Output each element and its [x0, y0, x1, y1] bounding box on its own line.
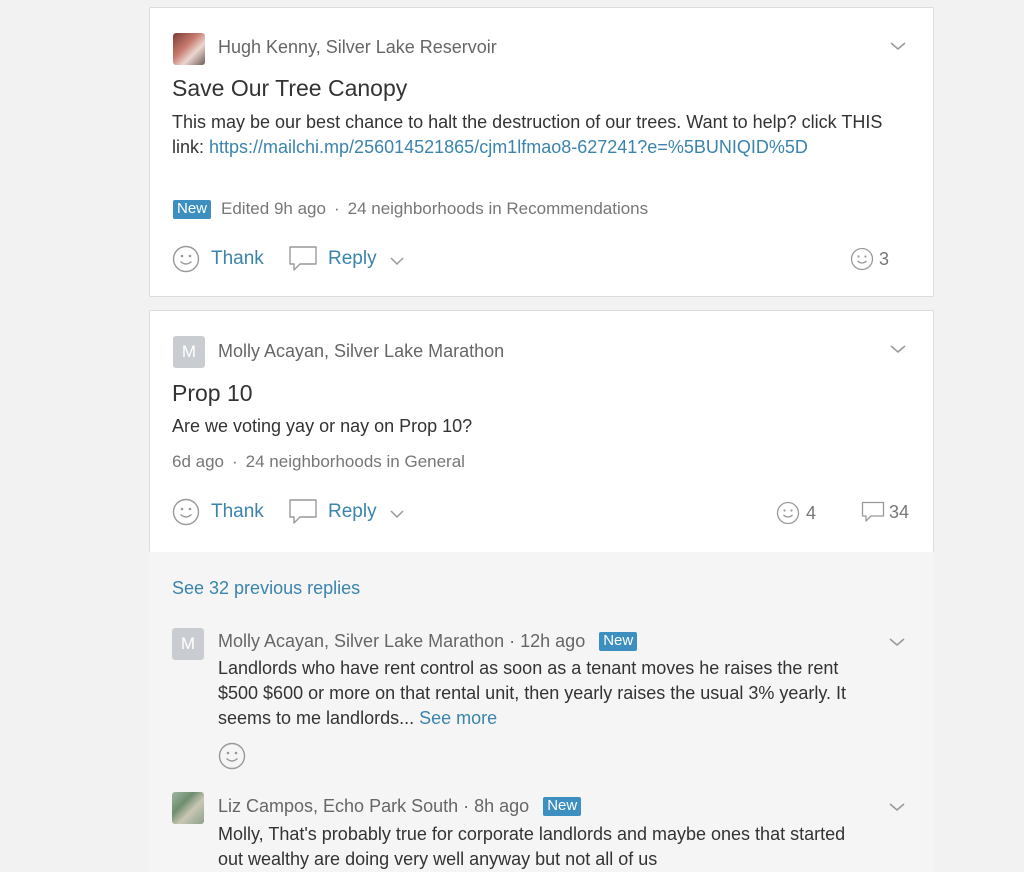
- post-meta: 6d ago · 24 neighborhoods in General: [172, 452, 465, 472]
- replies-panel: See 32 previous replies M Molly Acayan, …: [149, 552, 934, 872]
- meta-separator: ·: [463, 796, 470, 816]
- reply-body: Landlords who have rent control as soon …: [218, 656, 848, 731]
- reply-author[interactable]: Liz Campos, Echo Park South: [218, 796, 458, 817]
- see-previous-replies-link[interactable]: See 32 previous replies: [172, 578, 360, 599]
- chevron-down-icon[interactable]: [889, 40, 907, 52]
- post-time[interactable]: Edited 9h ago: [221, 199, 326, 219]
- speech-bubble-icon: [289, 246, 317, 271]
- author-avatar[interactable]: M: [173, 336, 205, 368]
- reply-time[interactable]: 8h ago: [474, 796, 529, 817]
- reply-body-text: Landlords who have rent control as soon …: [218, 658, 847, 728]
- post-title[interactable]: Save Our Tree Canopy: [172, 75, 407, 102]
- speech-bubble-icon: [861, 501, 885, 522]
- new-badge: New: [173, 199, 212, 219]
- thank-label: Thank: [211, 248, 264, 269]
- chevron-down-icon[interactable]: [389, 256, 405, 266]
- post-card: M Molly Acayan, Silver Lake Marathon Pro…: [149, 310, 934, 552]
- replies-count[interactable]: 34: [861, 501, 909, 523]
- thanks-count-value: 4: [806, 502, 817, 523]
- meta-separator: ·: [509, 631, 516, 651]
- thanks-count[interactable]: 4: [776, 501, 816, 525]
- meta-separator: ·: [232, 452, 238, 471]
- thank-label: Thank: [211, 501, 264, 522]
- chevron-down-icon[interactable]: [888, 636, 906, 648]
- post-author[interactable]: Hugh Kenny, Silver Lake Reservoir: [218, 37, 497, 58]
- post-body: This may be our best chance to halt the …: [172, 110, 892, 160]
- smiley-icon: [172, 498, 200, 526]
- smiley-icon: [172, 245, 200, 273]
- smiley-icon: [776, 501, 800, 525]
- reply-time[interactable]: 12h ago: [520, 631, 585, 652]
- post-meta: New Edited 9h ago · 24 neighborhoods in …: [173, 199, 648, 219]
- reply-header: Molly Acayan, Silver Lake Marathon · 12h…: [218, 631, 638, 652]
- reply-body: Molly, That's probably true for corporat…: [218, 824, 846, 869]
- post-audience[interactable]: 24 neighborhoods in General: [246, 452, 465, 472]
- thanks-count[interactable]: 3: [850, 247, 889, 271]
- post-link[interactable]: https://mailchi.mp/256014521865/cjm1lfma…: [209, 137, 808, 157]
- reply-button[interactable]: Reply: [288, 245, 405, 273]
- post-body: Are we voting yay or nay on Prop 10?: [172, 416, 473, 436]
- meta-separator: ·: [333, 199, 340, 218]
- smiley-icon: [850, 247, 874, 271]
- reply-button[interactable]: Reply: [288, 498, 405, 526]
- post-audience[interactable]: 24 neighborhoods in Recommendations: [348, 199, 649, 219]
- author-avatar[interactable]: [173, 33, 205, 65]
- new-badge: New: [543, 797, 582, 816]
- new-badge: New: [599, 632, 638, 651]
- chevron-down-icon[interactable]: [889, 343, 907, 355]
- thank-button[interactable]: Thank: [172, 498, 264, 526]
- post-card: Hugh Kenny, Silver Lake Reservoir Save O…: [149, 7, 934, 297]
- chevron-down-icon[interactable]: [888, 801, 906, 813]
- smiley-icon[interactable]: [218, 742, 246, 770]
- thanks-count-value: 3: [879, 248, 890, 269]
- replies-count-value: 34: [889, 501, 910, 522]
- post-time[interactable]: 6d ago: [172, 452, 224, 472]
- reply-avatar[interactable]: M: [172, 628, 204, 660]
- chevron-down-icon[interactable]: [389, 509, 405, 519]
- reply-label: Reply: [328, 248, 377, 269]
- post-author[interactable]: Molly Acayan, Silver Lake Marathon: [218, 341, 504, 362]
- speech-bubble-icon: [289, 499, 317, 524]
- reply-label: Reply: [328, 501, 377, 522]
- post-title[interactable]: Prop 10: [172, 380, 253, 407]
- see-more-link[interactable]: See more: [419, 708, 497, 728]
- thank-button[interactable]: Thank: [172, 245, 264, 273]
- reply-header: Liz Campos, Echo Park South · 8h ago New: [218, 796, 582, 817]
- reply-author[interactable]: Molly Acayan, Silver Lake Marathon: [218, 631, 504, 652]
- reply-avatar[interactable]: [172, 792, 204, 824]
